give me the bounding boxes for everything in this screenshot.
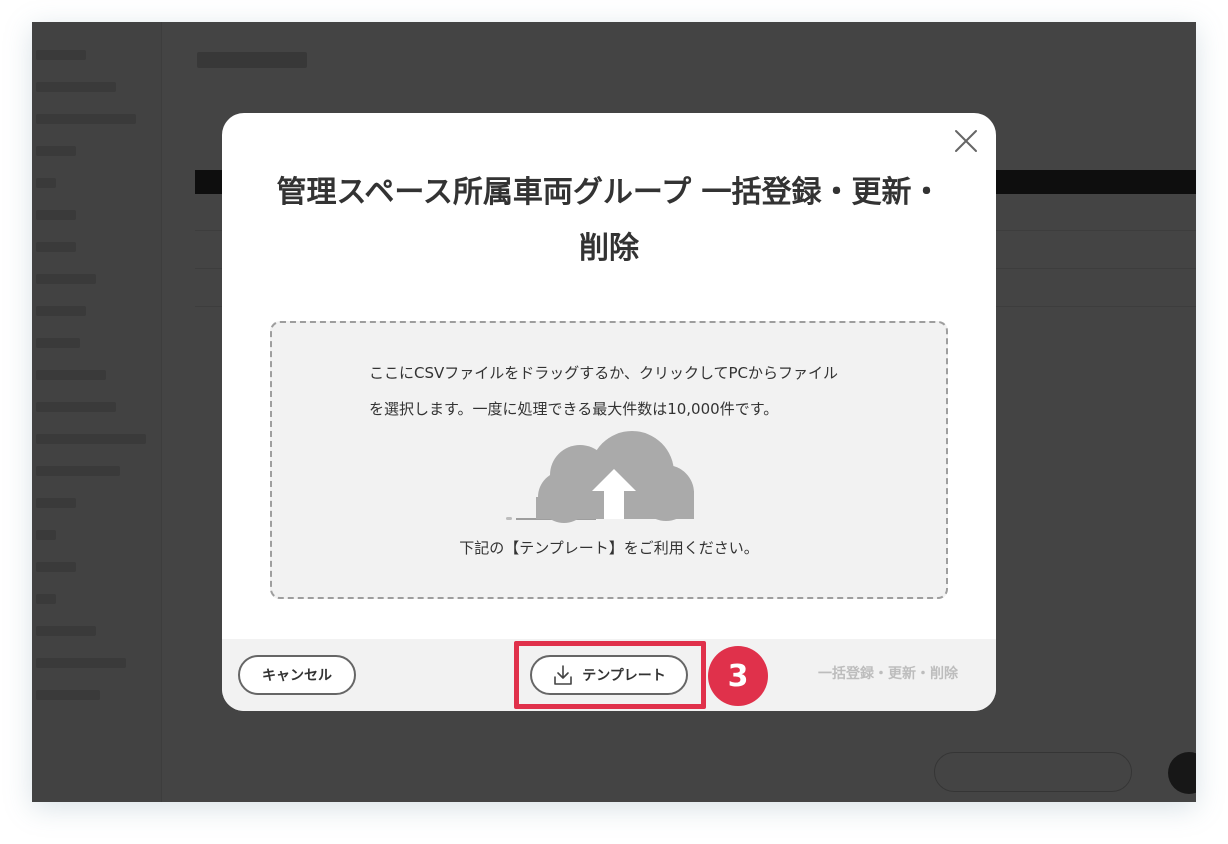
- dropzone-note: 下記の【テンプレート】をご利用ください。: [459, 539, 759, 557]
- close-icon: [955, 130, 977, 152]
- bulk-upload-modal: 管理スペース所属車両グループ 一括登録・更新・削除 ここにCSVファイルをドラッ…: [222, 113, 996, 711]
- step-number-badge: 3: [708, 646, 768, 706]
- modal-title: 管理スペース所属車両グループ 一括登録・更新・削除: [276, 175, 942, 266]
- bulk-submit-button[interactable]: 一括登録・更新・削除: [818, 663, 958, 683]
- csv-dropzone[interactable]: ここにCSVファイルをドラッグするか、クリックしてPCからファイルを選択します。…: [270, 321, 948, 599]
- dropzone-instructions: ここにCSVファイルをドラッグするか、クリックしてPCからファイルを選択します。…: [369, 364, 839, 418]
- cloud-upload-icon: [506, 431, 694, 523]
- close-button[interactable]: [952, 127, 980, 155]
- step-highlight-box: [514, 641, 706, 709]
- cancel-button[interactable]: キャンセル: [238, 655, 356, 695]
